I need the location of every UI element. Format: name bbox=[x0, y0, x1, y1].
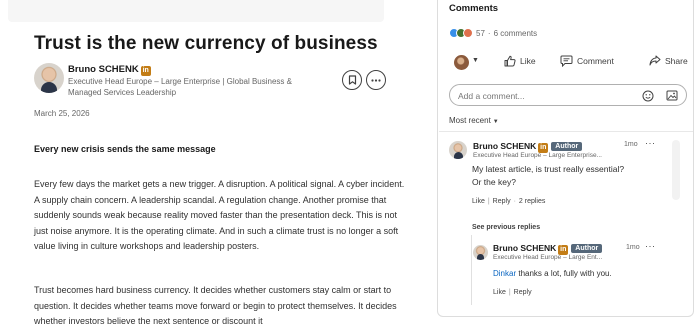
author-tag: Author bbox=[571, 244, 603, 253]
more-icon bbox=[371, 78, 381, 82]
reply-reply-link[interactable]: Reply bbox=[514, 289, 532, 296]
comments-scrollbar[interactable] bbox=[672, 140, 680, 200]
thread-line bbox=[471, 235, 472, 305]
comment-reply-link[interactable]: Reply bbox=[493, 198, 511, 205]
author-headline: Executive Head Europe – Large Enterprise… bbox=[68, 77, 292, 97]
share-button[interactable]: Share bbox=[649, 55, 688, 66]
mention-link[interactable]: Dinkar bbox=[493, 269, 516, 278]
reply-actions: Like | Reply bbox=[493, 289, 532, 296]
like-label: Like bbox=[520, 56, 536, 66]
article-title: Trust is the new currency of business bbox=[34, 33, 378, 54]
share-label: Share bbox=[665, 55, 688, 66]
commenter-name-text[interactable]: Bruno SCHENK bbox=[473, 141, 536, 151]
reactions-summary[interactable]: 57 · 6 comments bbox=[449, 28, 537, 38]
article-paragraph: Every few days the market gets a new tri… bbox=[34, 179, 405, 251]
reply-time: 1mo bbox=[626, 244, 640, 251]
viewer-avatar[interactable] bbox=[454, 55, 469, 70]
separator: | bbox=[487, 198, 490, 205]
chevron-down-icon[interactable]: ▼ bbox=[472, 57, 479, 64]
reply-avatar[interactable] bbox=[473, 245, 488, 260]
social-actions-bar: ▼ Like Comment Share bbox=[438, 51, 693, 73]
author-name-text[interactable]: Bruno SCHENK bbox=[68, 64, 139, 75]
comments-count[interactable]: 6 comments bbox=[494, 29, 538, 38]
article: Trust is the new currency of business Br… bbox=[0, 0, 432, 327]
separator: | bbox=[508, 289, 511, 296]
bookmark-icon bbox=[348, 75, 356, 85]
article-top-banner bbox=[8, 0, 384, 22]
reply-like-link[interactable]: Like bbox=[493, 289, 506, 296]
comment-like-link[interactable]: Like bbox=[472, 198, 485, 205]
comments-panel-title: Comments bbox=[449, 3, 499, 14]
linkedin-premium-badge: in bbox=[140, 66, 151, 76]
author-avatar[interactable] bbox=[34, 63, 64, 93]
comment-text: My latest article, is trust really essen… bbox=[472, 164, 625, 187]
separator-dot: · bbox=[513, 198, 516, 205]
author-name[interactable]: Bruno SCHENK in bbox=[68, 64, 151, 76]
separator-dot: · bbox=[487, 28, 491, 38]
comment-button[interactable]: Comment bbox=[560, 55, 614, 67]
reply-author-headline: Executive Head Europe – Large Ent... bbox=[493, 254, 603, 261]
image-icon[interactable] bbox=[665, 89, 678, 102]
article-paragraph: Trust becomes hard business currency. It… bbox=[34, 285, 397, 326]
commenter-avatar[interactable] bbox=[449, 141, 467, 159]
comment-label: Comment bbox=[577, 56, 614, 66]
author-tag: Author bbox=[551, 142, 583, 151]
thumbs-up-icon bbox=[504, 55, 516, 67]
article-more-button[interactable] bbox=[366, 70, 386, 90]
comment-actions: Like | Reply · 2 replies bbox=[472, 198, 545, 205]
save-article-button[interactable] bbox=[342, 70, 362, 90]
section-heading: Every new crisis sends the same message bbox=[34, 144, 216, 154]
reply-text: Dinkar thanks a lot, fully with you. bbox=[493, 269, 612, 278]
reply-text-body: thanks a lot, fully with you. bbox=[516, 269, 612, 278]
add-comment-input[interactable] bbox=[458, 89, 628, 102]
replies-count-link[interactable]: 2 replies bbox=[519, 198, 545, 205]
commenter-headline: Executive Head Europe – Large Enterprise… bbox=[473, 152, 602, 159]
comment-more-button[interactable]: ··· bbox=[645, 138, 656, 148]
like-button[interactable]: Like bbox=[504, 55, 536, 67]
reply-more-button[interactable]: ··· bbox=[645, 241, 656, 251]
love-reaction-icon bbox=[463, 28, 473, 38]
share-icon bbox=[649, 55, 661, 66]
emoji-icon[interactable] bbox=[641, 89, 654, 102]
sort-dropdown[interactable]: Most recent ▼ bbox=[449, 116, 499, 125]
comment-time: 1mo bbox=[624, 141, 638, 148]
publish-date: March 25, 2026 bbox=[34, 109, 90, 118]
reply-author-name-text[interactable]: Bruno SCHENK bbox=[493, 243, 556, 253]
comments-panel: Comments 57 · 6 comments ▼ Like Comment … bbox=[437, 0, 694, 317]
reactions-count[interactable]: 57 bbox=[476, 29, 485, 38]
see-previous-replies-link[interactable]: See previous replies bbox=[472, 224, 540, 231]
divider bbox=[439, 131, 693, 132]
add-comment-box[interactable] bbox=[449, 84, 687, 106]
sort-label: Most recent bbox=[449, 116, 491, 125]
comment-icon bbox=[560, 55, 573, 67]
chevron-down-icon: ▼ bbox=[492, 119, 499, 125]
